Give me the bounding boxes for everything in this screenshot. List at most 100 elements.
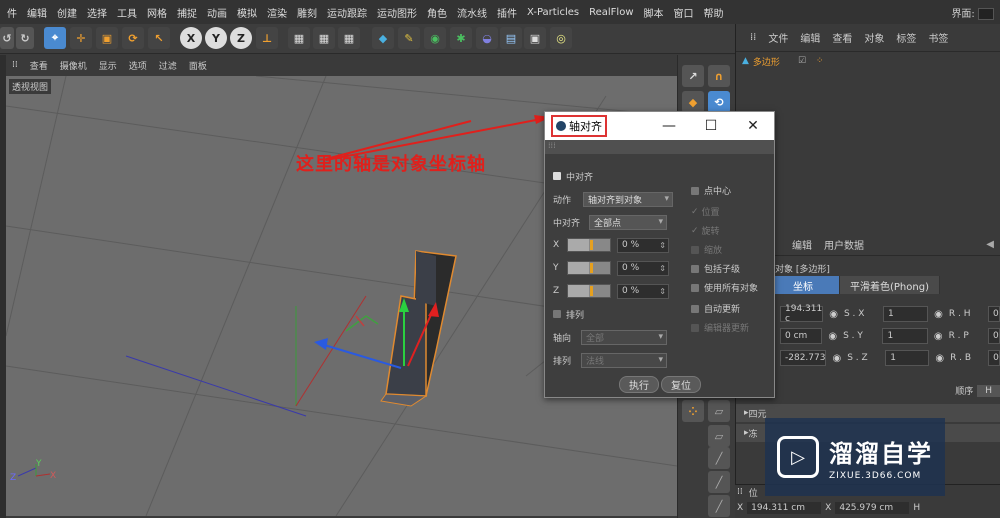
- x-axis-handle[interactable]: [320, 343, 402, 369]
- z-axis-lock-icon[interactable]: Z: [230, 27, 252, 49]
- menu-item[interactable]: 选择: [82, 5, 112, 20]
- menu-item[interactable]: 编辑: [22, 5, 52, 20]
- menu-item[interactable]: 渲染: [262, 5, 292, 20]
- position-field[interactable]: -282.773: [780, 350, 827, 366]
- cube-icon[interactable]: ◆: [372, 27, 394, 49]
- palette-axis-icon[interactable]: ⟲: [708, 91, 730, 113]
- scale-checkbox[interactable]: 缩放: [691, 243, 771, 256]
- palette-edges-icon[interactable]: ▱: [708, 400, 730, 422]
- y-slider[interactable]: [567, 261, 611, 275]
- layout-dropdown[interactable]: [978, 7, 994, 20]
- keyframe-dot-icon[interactable]: ◉: [829, 309, 838, 320]
- keyframe-dot-icon[interactable]: ◉: [828, 331, 837, 342]
- menu-item[interactable]: 网格: [142, 5, 172, 20]
- menu-item[interactable]: 帮助: [699, 5, 729, 20]
- x-percent-field[interactable]: 0 %: [617, 237, 669, 253]
- rotation-field[interactable]: 0: [988, 350, 1000, 366]
- coord-x-value[interactable]: 194.311 cm: [747, 502, 822, 514]
- y-percent-field[interactable]: 0 %: [617, 260, 669, 276]
- last-tool-icon[interactable]: ↖: [148, 27, 170, 49]
- menu-item[interactable]: 插件: [492, 5, 522, 20]
- position-field[interactable]: 0 cm: [780, 328, 823, 344]
- keyframe-dot-icon[interactable]: ◉: [832, 353, 841, 364]
- viewport-menu-item[interactable]: 过滤: [153, 59, 183, 72]
- x-axis-lock-icon[interactable]: X: [180, 27, 202, 49]
- select-tool-icon[interactable]: ⌖: [44, 27, 66, 49]
- axis-select[interactable]: 全部: [581, 329, 667, 345]
- z-slider[interactable]: [567, 284, 611, 298]
- menu-item[interactable]: 工具: [112, 5, 142, 20]
- object-row[interactable]: ▲ 多边形 ☑ ⁘: [736, 52, 1000, 70]
- dialog-titlebar[interactable]: 轴对齐 — ☐ ✕: [545, 112, 774, 140]
- menu-item[interactable]: 动画: [202, 5, 232, 20]
- array-icon[interactable]: ✱: [450, 27, 472, 49]
- palette-slide-icon[interactable]: ╱: [708, 495, 730, 517]
- palette-points-icon[interactable]: ⁘: [682, 400, 704, 422]
- render-view-icon[interactable]: ▦: [288, 27, 310, 49]
- objects-menu-item[interactable]: 标签: [890, 30, 922, 45]
- reset-button[interactable]: 复位: [661, 376, 701, 393]
- rotation-field[interactable]: 0: [987, 306, 1000, 322]
- use-all-objects-checkbox[interactable]: 使用所有对象: [691, 281, 771, 294]
- menu-item[interactable]: 窗口: [669, 5, 699, 20]
- include-children-checkbox[interactable]: 包括子级: [691, 262, 771, 275]
- objects-menu-item[interactable]: 对象: [858, 30, 890, 45]
- coord-system-icon[interactable]: ⊥: [256, 27, 278, 49]
- camera-icon[interactable]: ▣: [524, 27, 546, 49]
- menu-item[interactable]: 角色: [422, 5, 452, 20]
- palette-polys-icon[interactable]: ▱: [708, 425, 730, 447]
- back-arrow-icon[interactable]: ◀: [980, 239, 1000, 250]
- palette-brush-icon[interactable]: ╱: [708, 471, 730, 493]
- order-value[interactable]: H: [977, 384, 1000, 397]
- scale-field[interactable]: 1: [882, 328, 928, 344]
- viewport-menu-item[interactable]: 选项: [123, 59, 153, 72]
- position-field[interactable]: 194.311 c: [780, 304, 824, 324]
- palette-tool-1-icon[interactable]: ↗: [682, 65, 704, 87]
- arrange-select[interactable]: 法线: [581, 352, 667, 368]
- scale-field[interactable]: 1: [883, 306, 929, 322]
- objects-menu-item[interactable]: 文件: [762, 30, 794, 45]
- menu-item[interactable]: 件: [2, 5, 22, 20]
- keyframe-dot-icon[interactable]: ◉: [935, 353, 944, 364]
- attributes-menu-item[interactable]: 用户数据: [818, 237, 870, 252]
- position-checkbox[interactable]: ✓ 位置: [691, 205, 771, 219]
- palette-cube-icon[interactable]: ◆: [682, 91, 704, 113]
- viewport-menu-item[interactable]: 摄像机: [54, 59, 93, 72]
- polygon-object[interactable]: [380, 250, 457, 407]
- maximize-button[interactable]: ☐: [690, 118, 732, 134]
- point-center-checkbox[interactable]: 点中心: [691, 184, 771, 197]
- palette-knife-icon[interactable]: ╱: [708, 447, 730, 469]
- floor-icon[interactable]: ▤: [500, 27, 522, 49]
- scale-field[interactable]: 1: [885, 350, 930, 366]
- center-select[interactable]: 全部点: [589, 214, 667, 230]
- menu-item[interactable]: 捕捉: [172, 5, 202, 20]
- execute-button[interactable]: 执行: [619, 376, 659, 393]
- menu-item[interactable]: 运动跟踪: [322, 5, 372, 20]
- objects-menu-item[interactable]: 编辑: [794, 30, 826, 45]
- menu-item[interactable]: 模拟: [232, 5, 262, 20]
- menu-item[interactable]: 流水线: [452, 5, 492, 20]
- auto-update-checkbox[interactable]: 自动更新: [691, 302, 771, 315]
- menu-item[interactable]: RealFlow: [584, 7, 638, 18]
- menu-item[interactable]: 创建: [52, 5, 82, 20]
- undo-icon[interactable]: ↺: [0, 27, 14, 49]
- attributes-menu-item[interactable]: 编辑: [786, 237, 818, 252]
- render-picture-icon[interactable]: ▦: [313, 27, 335, 49]
- redo-icon[interactable]: ↻: [16, 27, 34, 49]
- x-slider[interactable]: [567, 238, 611, 252]
- action-select[interactable]: 轴对齐到对象: [583, 191, 673, 207]
- move-tool-icon[interactable]: ✛: [70, 27, 92, 49]
- layout-selector[interactable]: 界面:: [951, 5, 1000, 20]
- light-icon[interactable]: ◎: [550, 27, 572, 49]
- keyframe-dot-icon[interactable]: ◉: [934, 309, 943, 320]
- objects-menu-item[interactable]: 查看: [826, 30, 858, 45]
- deformer-icon[interactable]: ◒: [476, 27, 498, 49]
- rotation-field[interactable]: 0: [987, 328, 1000, 344]
- rotation-checkbox[interactable]: ✓ 旋转: [691, 224, 771, 238]
- palette-magnet-icon[interactable]: ∩: [708, 65, 730, 87]
- subdivision-icon[interactable]: ◉: [424, 27, 446, 49]
- menu-item[interactable]: 脚本: [639, 5, 669, 20]
- viewport-menu-item[interactable]: 面板: [183, 59, 213, 72]
- minimize-button[interactable]: —: [648, 118, 690, 134]
- z-percent-field[interactable]: 0 %: [617, 283, 669, 299]
